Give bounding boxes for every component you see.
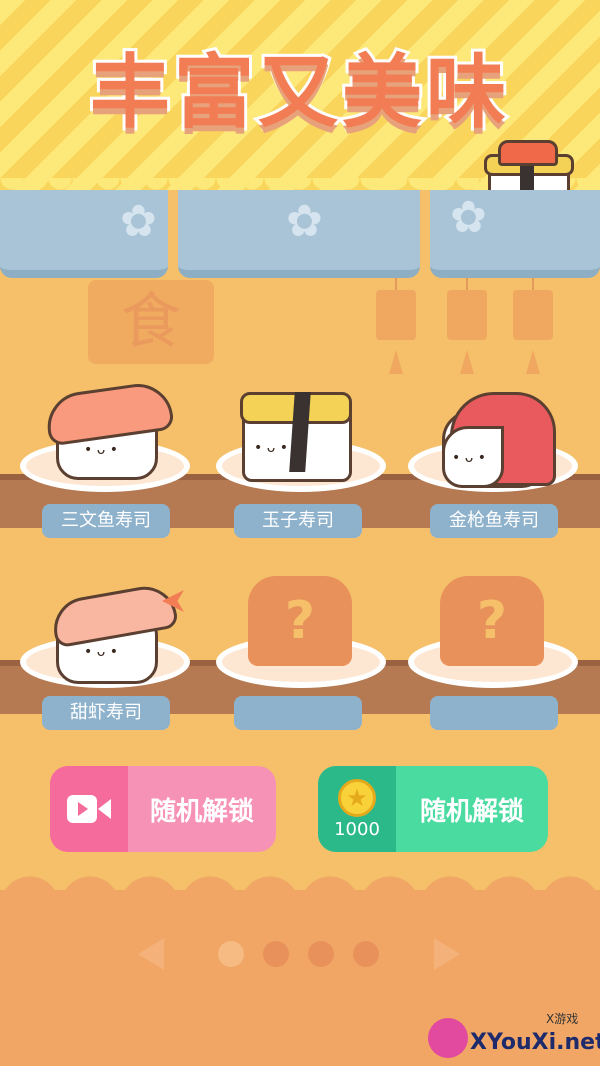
video-unlock-button[interactable]: 随机解锁 [50, 766, 276, 852]
sushi-label: 三文鱼寿司 [42, 504, 170, 538]
sakura-icon: ✿ [286, 196, 323, 247]
prev-page-arrow-icon[interactable] [138, 938, 164, 970]
lantern [376, 290, 416, 340]
sakura-icon: ✿ [120, 196, 157, 247]
next-page-arrow-icon[interactable] [434, 938, 460, 970]
coin-unlock-button[interactable]: ★ 1000 随机解锁 [318, 766, 548, 852]
page-title: 丰富又美味 [87, 43, 510, 142]
lantern-tassel [526, 350, 540, 374]
page-dot-active[interactable] [218, 941, 244, 967]
watermark-brand: XYouXi.net [470, 1030, 600, 1055]
page-dot[interactable] [308, 941, 334, 967]
sushi-label [430, 696, 558, 730]
page-dot[interactable] [353, 941, 379, 967]
coin-star-icon: ★ [338, 778, 376, 817]
watermark-sub: X游戏 [546, 1012, 579, 1026]
sushi-card-shrimp[interactable]: • ᴗ • 甜虾寿司 [16, 581, 196, 736]
video-camera-icon [50, 766, 128, 852]
sushi-card-tamago[interactable]: • ᴗ • 玉子寿司 [212, 380, 392, 540]
lantern-tassel [389, 350, 403, 374]
coin-cost-value: 1000 [334, 818, 380, 840]
lantern [447, 290, 487, 340]
page-dot[interactable] [263, 941, 289, 967]
watermark: X游戏 XYouXi.net [428, 1010, 600, 1066]
sushi-card-tuna[interactable]: • ᴗ • 金枪鱼寿司 [408, 380, 588, 540]
gamepad-logo-icon [428, 1018, 468, 1058]
shop-sign: 食 [88, 280, 214, 364]
question-mark-icon: ? [248, 576, 352, 666]
sushi-label: 玉子寿司 [234, 504, 362, 538]
lantern [513, 290, 553, 340]
sushi-card-locked[interactable]: ? [408, 576, 588, 736]
video-unlock-label: 随机解锁 [149, 796, 254, 827]
lantern-tassel [460, 350, 474, 374]
question-mark-icon: ? [440, 576, 544, 666]
sushi-card-locked[interactable]: ? [212, 576, 392, 736]
coin-unlock-label: 随机解锁 [419, 796, 524, 827]
sushi-card-salmon[interactable]: • ᴗ • 三文鱼寿司 [16, 379, 196, 540]
sushi-label: 金枪鱼寿司 [430, 504, 558, 538]
sushi-label: 甜虾寿司 [42, 696, 170, 730]
coin-cost: ★ 1000 [318, 766, 396, 852]
sakura-icon: ✿ [450, 192, 487, 243]
sushi-label [234, 696, 362, 730]
